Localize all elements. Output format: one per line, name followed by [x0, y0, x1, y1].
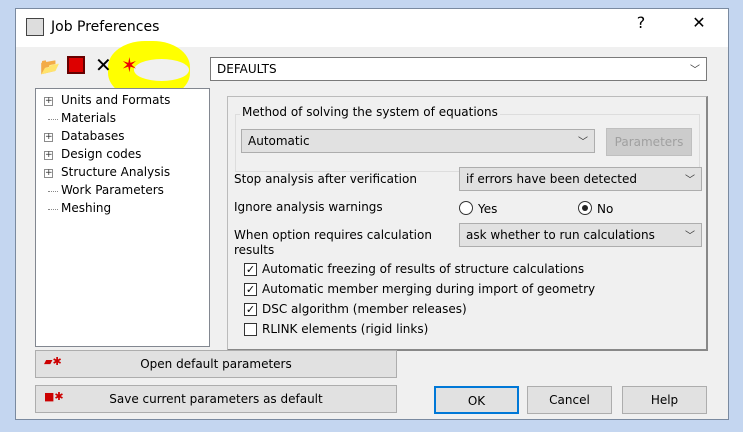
title-bar: Job Preferences ? ✕: [16, 9, 728, 47]
no-radio[interactable]: [578, 201, 592, 215]
job-preferences-dialog: Job Preferences ? ✕ 📂 ✕ ✶ DEFAULTS ﹀ + Uni…: [15, 8, 729, 420]
save-icon[interactable]: [67, 56, 85, 74]
chevron-down-icon: ﹀: [578, 137, 588, 148]
open-folder-icon[interactable]: 📂: [40, 57, 60, 76]
no-label: No: [597, 202, 614, 216]
checkbox-label: Automatic freezing of results of structu…: [262, 262, 585, 276]
expand-icon[interactable]: +: [44, 151, 53, 160]
chevron-down-icon: ﹀: [685, 231, 695, 242]
expand-icon[interactable]: +: [44, 133, 53, 142]
open-default-label: Open default parameters: [140, 357, 292, 371]
when-value: ask whether to run calculations: [466, 228, 655, 242]
expand-icon[interactable]: +: [44, 97, 53, 106]
tree-connector: [48, 119, 58, 120]
save-default-icon: ■✱: [44, 390, 64, 403]
app-icon: [26, 18, 44, 36]
tree-item[interactable]: Databases: [61, 129, 125, 143]
open-default-parameters-button[interactable]: ▰✱ Open default parameters: [35, 350, 397, 378]
checkbox-label: DSC algorithm (member releases): [262, 302, 467, 316]
tree-item[interactable]: Structure Analysis: [61, 165, 170, 179]
category-tree[interactable]: + Units and Formats Materials + Databases + De…: [35, 88, 210, 347]
tree-item[interactable]: Design codes: [61, 147, 141, 161]
tree-item[interactable]: Materials: [61, 111, 116, 125]
tree-item[interactable]: Units and Formats: [61, 93, 170, 107]
cancel-button[interactable]: Cancel: [527, 386, 612, 414]
open-default-icon: ▰✱: [44, 355, 62, 368]
tree-connector: [48, 191, 58, 192]
preset-select[interactable]: DEFAULTS ﹀: [210, 57, 707, 81]
checkbox-label: RLINK elements (rigid links): [262, 322, 429, 336]
checkbox[interactable]: ✓: [244, 263, 257, 276]
close-button[interactable]: ✕: [684, 13, 714, 32]
tree-item[interactable]: Meshing: [61, 201, 111, 215]
expand-icon[interactable]: +: [44, 169, 53, 178]
parameters-button[interactable]: Parameters: [606, 128, 692, 156]
stop-value: if errors have been detected: [466, 172, 637, 186]
new-icon[interactable]: ✶: [121, 53, 138, 77]
help-button[interactable]: Help: [622, 386, 707, 414]
tree-item[interactable]: Work Parameters: [61, 183, 164, 197]
window-title: Job Preferences: [51, 19, 160, 35]
highlight-inner: [134, 59, 189, 81]
chevron-down-icon: ﹀: [690, 65, 700, 76]
save-default-label: Save current parameters as default: [109, 392, 323, 406]
checkbox[interactable]: ✓: [244, 303, 257, 316]
help-title-button[interactable]: ?: [626, 13, 656, 32]
ignore-label: Ignore analysis warnings: [234, 200, 383, 214]
checkbox[interactable]: ✓: [244, 283, 257, 296]
tree-connector: [48, 209, 58, 210]
stop-select[interactable]: if errors have been detected ﹀: [459, 167, 702, 191]
ok-button[interactable]: OK: [434, 386, 519, 414]
structure-analysis-panel: Method of solving the system of equation…: [227, 96, 708, 351]
when-select[interactable]: ask whether to run calculations ﹀: [459, 223, 702, 247]
yes-radio[interactable]: [459, 201, 473, 215]
checkbox[interactable]: [244, 323, 257, 336]
checkbox-label: Automatic member merging during import o…: [262, 282, 596, 296]
stop-label: Stop analysis after verification: [234, 172, 417, 186]
method-group: Method of solving the system of equation…: [235, 105, 700, 172]
method-value: Automatic: [248, 134, 310, 148]
save-default-parameters-button[interactable]: ■✱ Save current parameters as default: [35, 385, 397, 413]
chevron-down-icon: ﹀: [685, 175, 695, 186]
when-label: When option requires calculation results: [234, 228, 432, 257]
method-select[interactable]: Automatic ﹀: [241, 129, 595, 153]
yes-label: Yes: [478, 202, 498, 216]
preset-value: DEFAULTS: [217, 62, 277, 76]
delete-icon[interactable]: ✕: [95, 53, 112, 77]
method-group-label: Method of solving the system of equation…: [240, 105, 500, 119]
